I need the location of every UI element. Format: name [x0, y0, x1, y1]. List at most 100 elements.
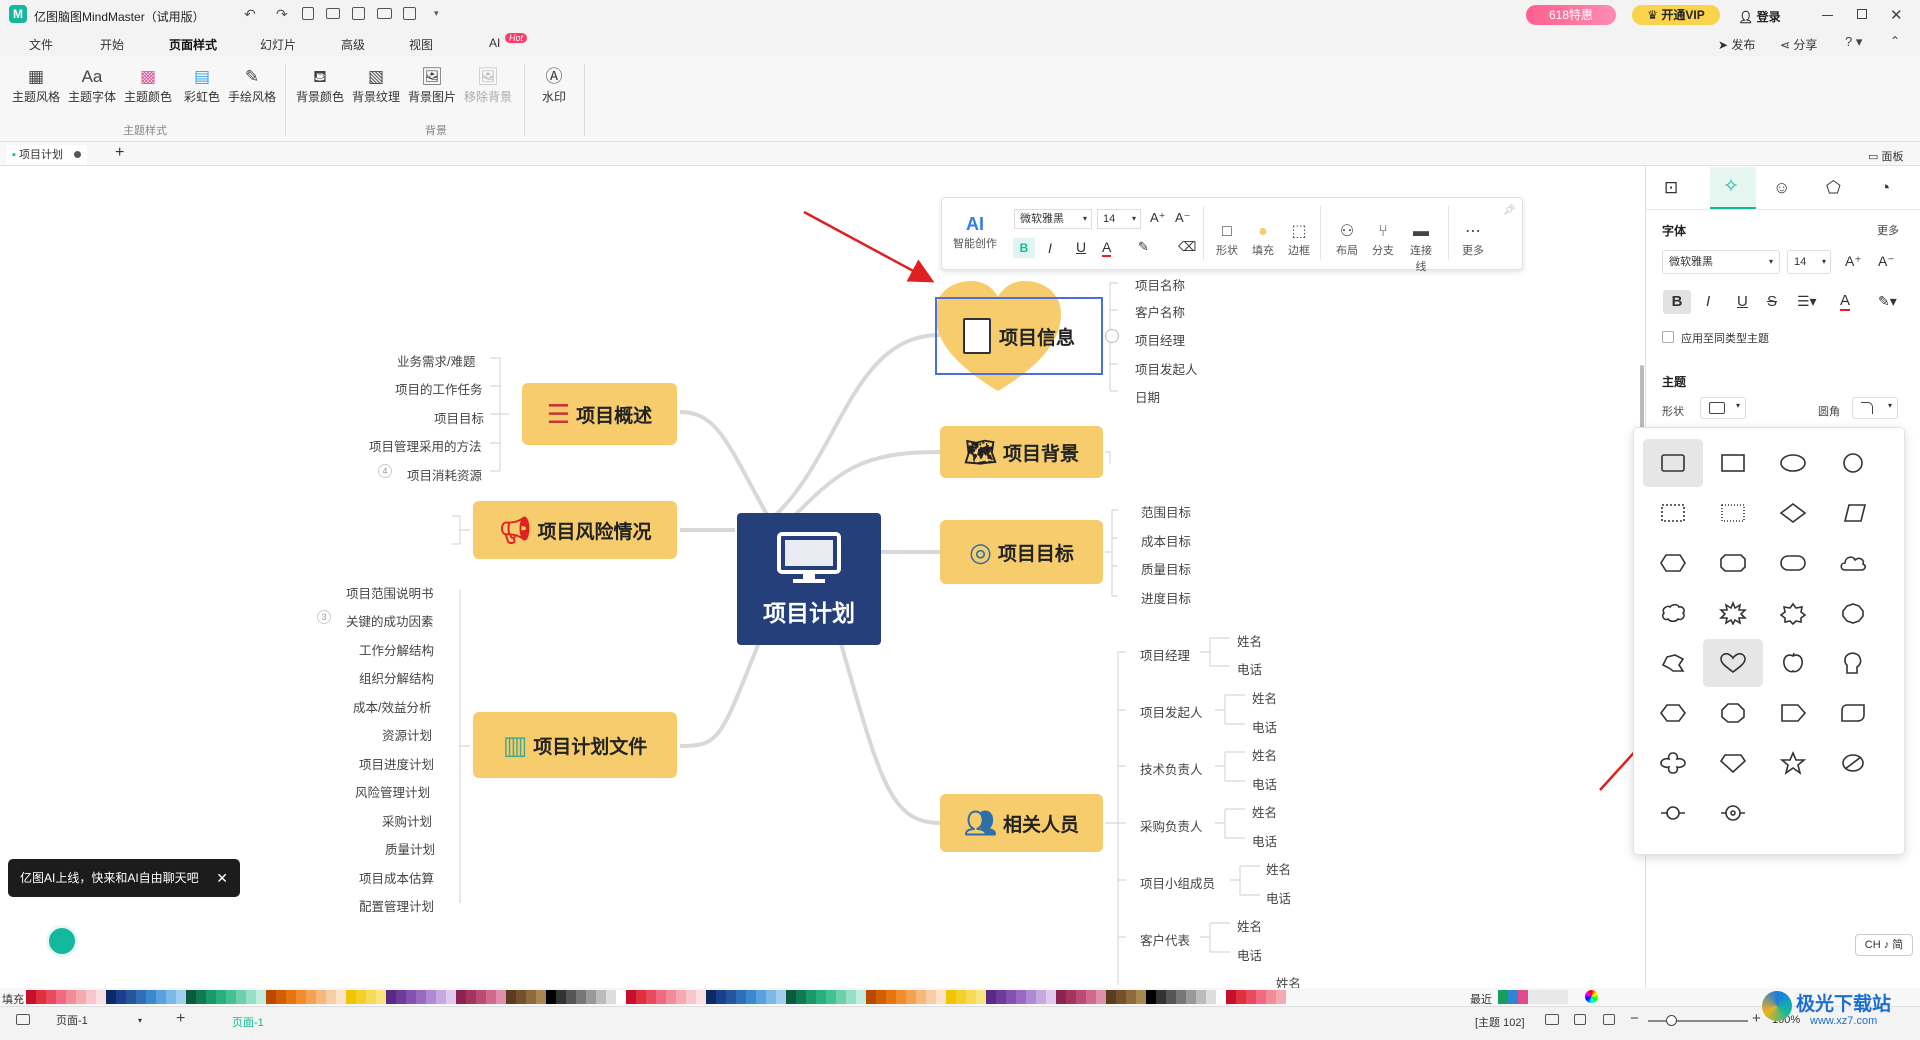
color-swatch[interactable]	[446, 990, 456, 1004]
ai-create-button[interactable]: AI 智能创作	[951, 214, 999, 251]
close-icon[interactable]: ✕	[216, 859, 228, 897]
color-swatch[interactable]	[1256, 990, 1266, 1004]
color-wheel-icon[interactable]	[1585, 990, 1598, 1003]
color-swatch[interactable]	[766, 990, 776, 1004]
panel-tab-badge-icon[interactable]: ⬠	[1826, 178, 1841, 198]
ime-indicator[interactable]: CH ♪ 简	[1855, 934, 1913, 956]
shape-option-dotted-rectangle[interactable]	[1703, 489, 1763, 537]
color-swatch[interactable]	[736, 990, 746, 1004]
color-swatch[interactable]	[616, 990, 626, 1004]
color-swatch[interactable]	[1166, 990, 1176, 1004]
zoom-in-icon[interactable]: +	[1752, 1010, 1761, 1027]
color-swatch[interactable]	[1046, 990, 1056, 1004]
zoom-out-icon[interactable]: −	[1630, 1010, 1639, 1027]
underline-icon[interactable]: U	[1076, 239, 1086, 255]
color-swatch[interactable]	[966, 990, 976, 1004]
highlight-icon[interactable]: ✎	[1138, 239, 1149, 255]
color-swatch[interactable]	[1026, 990, 1036, 1004]
color-swatch[interactable]	[696, 990, 706, 1004]
color-swatch[interactable]	[1086, 990, 1096, 1004]
color-swatch[interactable]	[816, 990, 826, 1004]
color-swatch[interactable]	[1276, 990, 1286, 1004]
color-swatch[interactable]	[806, 990, 816, 1004]
shape-option-hexagon[interactable]	[1643, 539, 1703, 587]
bold-icon[interactable]: B	[1013, 238, 1035, 258]
color-swatch[interactable]	[216, 990, 226, 1004]
shape-option-diamond[interactable]	[1763, 489, 1823, 537]
color-swatch[interactable]	[666, 990, 676, 1004]
recent-color-swatch[interactable]	[1538, 990, 1548, 1004]
shape-option-no-entry[interactable]	[1823, 739, 1883, 787]
color-swatch[interactable]	[836, 990, 846, 1004]
color-swatch[interactable]	[726, 990, 736, 1004]
font-size-select[interactable]: 14 ▾	[1097, 209, 1141, 229]
shape-button[interactable]: □ 形状	[1212, 222, 1242, 258]
sidebar-toggle-icon[interactable]	[16, 1014, 30, 1025]
color-swatch[interactable]	[866, 990, 876, 1004]
color-swatch[interactable]	[356, 990, 366, 1004]
apply-same-checkbox[interactable]	[1662, 331, 1674, 343]
fill-button[interactable]: ● 填充	[1248, 222, 1278, 258]
color-swatch[interactable]	[366, 990, 376, 1004]
color-swatch[interactable]	[1036, 990, 1046, 1004]
italic-icon[interactable]: I	[1706, 293, 1710, 310]
color-swatch[interactable]	[846, 990, 856, 1004]
color-palette[interactable]	[26, 990, 1286, 1004]
shape-option-rounded-corner[interactable]	[1823, 689, 1883, 737]
shape-option-star[interactable]	[1763, 739, 1823, 787]
color-swatch[interactable]	[406, 990, 416, 1004]
color-swatch[interactable]	[46, 990, 56, 1004]
color-swatch[interactable]	[856, 990, 866, 1004]
color-swatch[interactable]	[1006, 990, 1016, 1004]
shape-select[interactable]: ▾	[1700, 397, 1746, 419]
color-swatch[interactable]	[246, 990, 256, 1004]
shape-option-diamond-gem[interactable]	[1703, 739, 1763, 787]
color-swatch[interactable]	[276, 990, 286, 1004]
panel-tab-ai-active[interactable]: ✧	[1710, 167, 1756, 209]
color-swatch[interactable]	[516, 990, 526, 1004]
color-swatch[interactable]	[506, 990, 516, 1004]
color-swatch[interactable]	[326, 990, 336, 1004]
add-page-icon[interactable]: +	[176, 1010, 185, 1028]
color-swatch[interactable]	[776, 990, 786, 1004]
color-swatch[interactable]	[786, 990, 796, 1004]
color-swatch[interactable]	[106, 990, 116, 1004]
shape-option-capsule[interactable]	[1763, 539, 1823, 587]
shape-option-rectangle[interactable]	[1703, 439, 1763, 487]
page-select[interactable]: 页面-1 ▾	[50, 1012, 148, 1030]
color-swatch[interactable]	[426, 990, 436, 1004]
italic-icon[interactable]: I	[1048, 240, 1052, 256]
color-swatch[interactable]	[716, 990, 726, 1004]
color-swatch[interactable]	[936, 990, 946, 1004]
color-swatch[interactable]	[596, 990, 606, 1004]
panel-tab-style-icon[interactable]: ⊡	[1664, 178, 1678, 198]
color-swatch[interactable]	[1196, 990, 1206, 1004]
color-swatch[interactable]	[1066, 990, 1076, 1004]
color-swatch[interactable]	[256, 990, 266, 1004]
color-swatch[interactable]	[166, 990, 176, 1004]
color-swatch[interactable]	[946, 990, 956, 1004]
color-swatch[interactable]	[1126, 990, 1136, 1004]
color-swatch[interactable]	[636, 990, 646, 1004]
color-swatch[interactable]	[1076, 990, 1086, 1004]
connector-button[interactable]: ▬ 连接线	[1406, 222, 1436, 274]
shape-option-explosion[interactable]	[1703, 589, 1763, 637]
clear-format-icon[interactable]: ⌫	[1178, 239, 1196, 255]
color-swatch[interactable]	[266, 990, 276, 1004]
border-button[interactable]: ⬚ 边框	[1284, 222, 1314, 258]
color-swatch[interactable]	[86, 990, 96, 1004]
color-swatch[interactable]	[1056, 990, 1066, 1004]
panel-font-select[interactable]: 微软雅黑 ▾	[1662, 250, 1780, 274]
shape-option-ellipse[interactable]	[1763, 439, 1823, 487]
more-button[interactable]: ⋯ 更多	[1458, 222, 1488, 258]
color-swatch[interactable]	[876, 990, 886, 1004]
highlight-icon[interactable]: ✎▾	[1878, 293, 1897, 310]
recent-color-swatch[interactable]	[1508, 990, 1518, 1004]
color-swatch[interactable]	[706, 990, 716, 1004]
color-swatch[interactable]	[336, 990, 346, 1004]
page-tab[interactable]: 页面-1	[232, 1014, 264, 1030]
color-swatch[interactable]	[156, 990, 166, 1004]
shape-option-head[interactable]	[1823, 639, 1883, 687]
recent-colors[interactable]	[1498, 990, 1568, 1004]
shape-option-octagon[interactable]	[1703, 539, 1763, 587]
